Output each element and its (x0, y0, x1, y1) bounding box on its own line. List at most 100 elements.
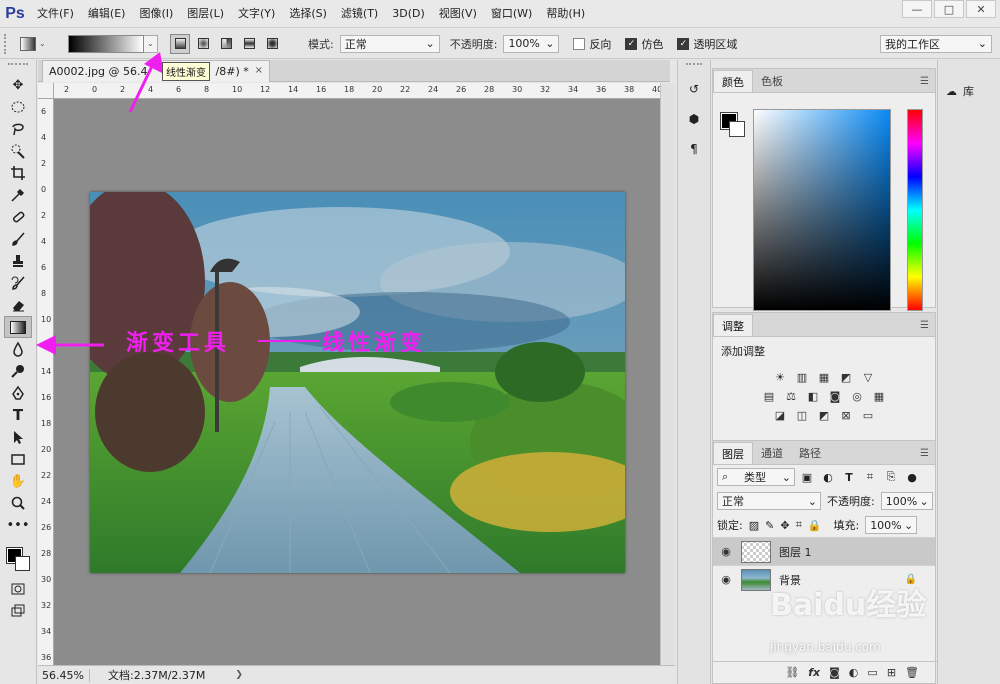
opacity-field[interactable]: 100% ⌄ (503, 34, 560, 53)
maximize-button[interactable]: □ (934, 0, 964, 18)
brush-tool[interactable] (4, 228, 32, 250)
menu-image[interactable]: 图像(I) (132, 0, 180, 28)
background-color[interactable] (15, 556, 30, 571)
type-filter-icon[interactable]: T (840, 471, 858, 484)
lock-position-icon[interactable]: ✥ (780, 519, 789, 532)
lock-pixels-icon[interactable]: ✎ (765, 519, 774, 532)
pixel-filter-icon[interactable]: ▣ (798, 471, 816, 484)
menu-edit[interactable]: 编辑(E) (81, 0, 133, 28)
type-tool[interactable]: T (4, 404, 32, 426)
smart-object-filter-icon[interactable]: ⎘ (882, 470, 900, 484)
reflected-gradient-button[interactable] (239, 34, 259, 54)
vibrance-icon[interactable]: ▽ (860, 370, 876, 384)
visibility-eye-icon[interactable]: ◉ (713, 573, 739, 586)
menu-type[interactable]: 文字(Y) (231, 0, 282, 28)
quick-selection-tool[interactable] (4, 140, 32, 162)
panel-menu-icon[interactable]: ☰ (920, 320, 929, 331)
lasso-tool[interactable] (4, 118, 32, 140)
new-adjustment-icon[interactable]: ◐ (849, 666, 859, 679)
screen-mode-button[interactable] (4, 600, 32, 622)
color-swatches[interactable] (3, 542, 33, 572)
menu-filter[interactable]: 滤镜(T) (334, 0, 385, 28)
move-tool[interactable]: ✥ (4, 74, 32, 96)
menu-file[interactable]: 文件(F) (30, 0, 81, 28)
clone-stamp-tool[interactable] (4, 250, 32, 272)
dither-checkbox[interactable]: ✓ (625, 37, 638, 50)
close-button[interactable]: ✕ (966, 0, 996, 18)
canvas-area[interactable] (54, 99, 660, 665)
history-panel-button[interactable]: ↺ (682, 77, 706, 101)
radial-gradient-button[interactable] (193, 34, 213, 54)
tab-channels[interactable]: 通道 (753, 442, 791, 464)
chevron-right-icon[interactable]: ❯ (235, 670, 243, 680)
tab-paths[interactable]: 路径 (791, 442, 829, 464)
3d-panel-button[interactable]: ⬢ (682, 107, 706, 131)
blend-mode-select[interactable]: 正常 ⌄ (717, 492, 821, 510)
vertical-scrollbar[interactable] (660, 83, 675, 665)
invert-icon[interactable]: ◪ (772, 408, 788, 422)
tab-adjustments[interactable]: 调整 (713, 314, 753, 336)
diamond-gradient-button[interactable] (262, 34, 282, 54)
healing-brush-tool[interactable] (4, 206, 32, 228)
selective-color-icon[interactable]: ⊠ (838, 408, 854, 422)
threshold-icon[interactable]: ◩ (816, 408, 832, 422)
menu-view[interactable]: 视图(V) (432, 0, 484, 28)
menu-layer[interactable]: 图层(L) (180, 0, 231, 28)
options-grip[interactable] (4, 33, 10, 54)
blur-tool[interactable] (4, 338, 32, 360)
link-layers-icon[interactable]: ⛓ (785, 666, 799, 679)
gradient-tool[interactable] (4, 316, 32, 338)
black-white-icon[interactable]: ◧ (805, 389, 821, 403)
trash-icon[interactable]: 🗑 (905, 666, 919, 679)
hue-slider[interactable] (907, 109, 923, 311)
panel-background-color[interactable] (729, 121, 745, 137)
menu-window[interactable]: 窗口(W) (484, 0, 539, 28)
lock-all-icon[interactable]: 🔒 (808, 519, 822, 532)
panel-menu-icon[interactable]: ☰ (920, 76, 929, 87)
color-lookup-icon[interactable]: ▦ (871, 389, 887, 403)
exposure-icon[interactable]: ◩ (838, 370, 854, 384)
close-tab-icon[interactable]: × (255, 65, 263, 76)
add-mask-icon[interactable]: ◙ (829, 666, 840, 679)
paragraph-panel-button[interactable]: ¶ (682, 137, 706, 161)
library-button[interactable]: ☁ 库 (938, 80, 1000, 102)
workspace-select[interactable]: 我的工作区 ⌄ (880, 34, 992, 53)
dodge-tool[interactable] (4, 360, 32, 382)
reverse-checkbox[interactable] (573, 37, 586, 50)
more-tools[interactable]: ••• (4, 514, 32, 536)
visibility-eye-icon[interactable]: ◉ (713, 545, 739, 558)
angle-gradient-button[interactable] (216, 34, 236, 54)
zoom-tool[interactable] (4, 492, 32, 514)
canvas-image[interactable] (90, 192, 625, 573)
hand-tool[interactable]: ✋ (4, 470, 32, 492)
mode-select[interactable]: 正常 ⌄ (339, 34, 440, 53)
vertical-ruler[interactable]: 642024681012141618202224262830323436 (38, 99, 54, 665)
panel-menu-icon[interactable]: ☰ (920, 448, 929, 459)
eraser-tool[interactable] (4, 294, 32, 316)
posterize-icon[interactable]: ◫ (794, 408, 810, 422)
new-group-icon[interactable]: ▭ (867, 666, 877, 679)
new-layer-icon[interactable]: ⊞ (887, 666, 896, 679)
fx-icon[interactable]: fx (808, 666, 820, 679)
channel-mixer-icon[interactable]: ◎ (849, 389, 865, 403)
zoom-level[interactable]: 56.45% (38, 668, 90, 682)
tool-preset-picker[interactable]: ⌄ (20, 34, 54, 54)
tab-layers[interactable]: 图层 (713, 442, 753, 464)
rectangle-tool[interactable] (4, 448, 32, 470)
tools-grip[interactable] (8, 63, 28, 71)
color-balance-icon[interactable]: ⚖ (783, 389, 799, 403)
tab-color[interactable]: 颜色 (713, 70, 753, 92)
photo-filter-icon[interactable]: ◙ (827, 389, 843, 403)
gradient-map-icon[interactable]: ▭ (860, 408, 876, 422)
pen-tool[interactable] (4, 382, 32, 404)
quick-mask-button[interactable] (4, 578, 32, 600)
marquee-tool[interactable] (4, 96, 32, 118)
tab-swatches[interactable]: 色板 (753, 70, 791, 92)
path-selection-tool[interactable] (4, 426, 32, 448)
minimize-button[interactable]: — (902, 0, 932, 18)
layer-opacity-field[interactable]: 100% ⌄ (880, 492, 933, 510)
transparency-checkbox[interactable]: ✓ (677, 37, 690, 50)
adjustment-filter-icon[interactable]: ◐ (819, 471, 837, 484)
levels-icon[interactable]: ▥ (794, 370, 810, 384)
lock-transparent-icon[interactable]: ▨ (749, 519, 759, 532)
